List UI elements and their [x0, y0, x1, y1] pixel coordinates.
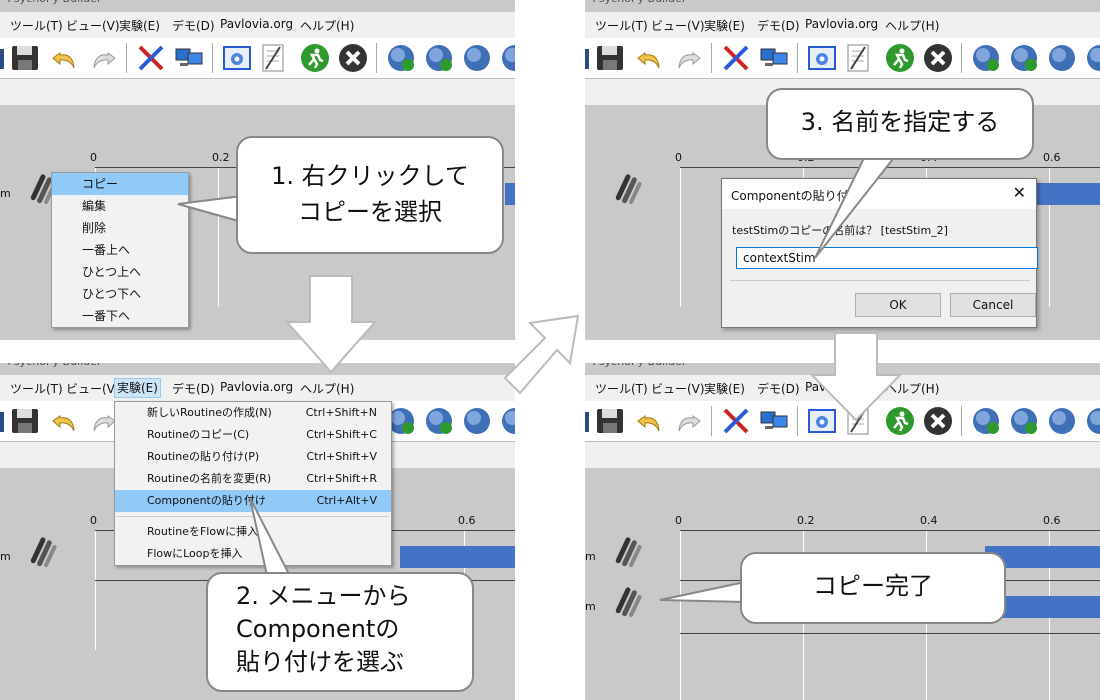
- callout-text: コピーを選択: [298, 198, 442, 226]
- callout-text: 3. 名前を指定する: [800, 108, 1000, 136]
- callout-text: Componentの: [236, 615, 400, 643]
- callout-text: 1. 右クリックして: [271, 162, 469, 190]
- callout-step3: 3. 名前を指定する: [766, 88, 1034, 160]
- tutorial-composite: { "window_title": "- PsychoPy Builder", …: [0, 0, 1100, 700]
- callout-text: コピー完了: [813, 572, 933, 600]
- callout-step2: 2. メニューから Componentの 貼り付けを選ぶ: [206, 572, 474, 692]
- callout-step1: 1. 右クリックして コピーを選択: [236, 136, 504, 254]
- callout-text: 貼り付けを選ぶ: [236, 648, 404, 676]
- callout-done: コピー完了: [740, 552, 1006, 624]
- callout-text: 2. メニューから: [236, 582, 411, 610]
